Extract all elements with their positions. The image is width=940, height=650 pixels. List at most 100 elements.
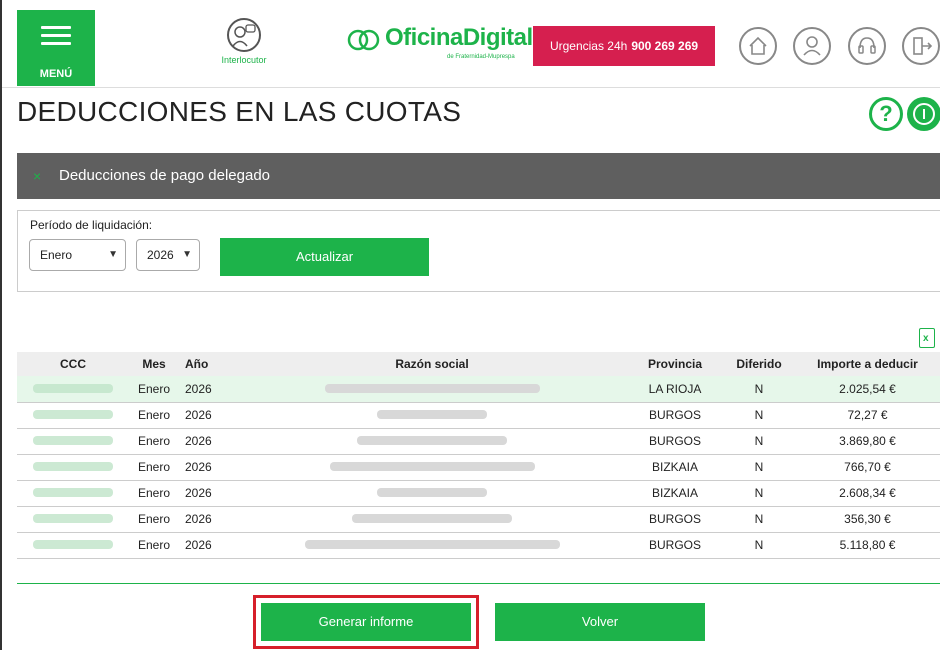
chevron-down-icon: ▼ [182, 249, 192, 260]
redacted-value [33, 488, 113, 497]
redacted-value [377, 488, 487, 497]
col-header-diferido[interactable]: Diferido [725, 352, 793, 376]
logo-name: OficinaDigital [385, 24, 533, 51]
deductions-table: CCC Mes Año Razón social Provincia Difer… [17, 352, 940, 559]
col-header-ano[interactable]: Año [179, 352, 239, 376]
col-header-ccc[interactable]: CCC [17, 352, 129, 376]
info-icon[interactable] [907, 97, 940, 131]
ccc-cell[interactable] [17, 402, 129, 429]
excel-export-icon[interactable]: x [919, 328, 935, 348]
redacted-value [33, 462, 113, 471]
interlocutor-icon [227, 18, 261, 52]
ano-cell: 2026 [179, 402, 239, 429]
ccc-cell[interactable] [17, 454, 129, 481]
ccc-cell[interactable] [17, 532, 129, 559]
ano-cell: 2026 [179, 532, 239, 559]
page-title: DEDUCCIONES EN LAS CUOTAS [17, 96, 462, 127]
provincia-cell: LA RIOJA [625, 376, 725, 403]
logo-rings-icon [347, 29, 380, 51]
diferido-cell: N [725, 402, 793, 429]
back-button[interactable]: Volver [495, 603, 705, 641]
help-icon[interactable]: ? [869, 97, 903, 131]
ccc-cell[interactable] [17, 506, 129, 533]
top-header: MENÚ Interlocutor OficinaDigital de Frat… [2, 0, 940, 88]
chevron-down-icon: ▼ [108, 249, 118, 260]
provincia-cell: BURGOS [625, 506, 725, 533]
hamburger-icon [41, 26, 71, 50]
provincia-cell: BURGOS [625, 532, 725, 559]
menu-label: MENÚ [39, 68, 73, 80]
interlocutor-button[interactable]: Interlocutor [214, 18, 274, 78]
razon-social-cell [239, 532, 625, 559]
diferido-cell: N [725, 480, 793, 507]
ano-cell: 2026 [179, 428, 239, 455]
urgent-phone: 900 269 269 [631, 39, 699, 53]
period-label: Período de liquidación: [30, 218, 153, 232]
mes-cell: Enero [129, 532, 179, 559]
month-select[interactable]: Enero ▼ [29, 239, 126, 271]
importe-cell: 5.118,80 € [793, 532, 940, 559]
redacted-value [33, 436, 113, 445]
ano-cell: 2026 [179, 480, 239, 507]
table-row[interactable]: Enero 2026 BURGOS N 72,27 € [17, 402, 940, 429]
col-header-razon-social[interactable]: Razón social [239, 352, 625, 376]
footer-divider [17, 583, 940, 584]
diferido-cell: N [725, 532, 793, 559]
importe-cell: 2.608,34 € [793, 480, 940, 507]
mes-cell: Enero [129, 506, 179, 533]
table-row[interactable]: Enero 2026 LA RIOJA N 2.025,54 € [17, 376, 940, 403]
mes-cell: Enero [129, 428, 179, 455]
ano-cell: 2026 [179, 376, 239, 403]
table-row[interactable]: Enero 2026 BIZKAIA N 766,70 € [17, 454, 940, 481]
highlight-annotation [253, 595, 479, 649]
ano-cell: 2026 [179, 506, 239, 533]
interlocutor-label: Interlocutor [221, 55, 267, 65]
provincia-cell: BURGOS [625, 428, 725, 455]
collapse-icon[interactable]: × [33, 153, 41, 199]
redacted-value [357, 436, 507, 445]
table-row[interactable]: Enero 2026 BIZKAIA N 2.608,34 € [17, 480, 940, 507]
section-header[interactable]: × Deducciones de pago delegado [17, 153, 940, 199]
user-icon[interactable] [793, 27, 831, 65]
importe-cell: 356,30 € [793, 506, 940, 533]
month-value: Enero [40, 248, 73, 262]
provincia-cell: BIZKAIA [625, 480, 725, 507]
importe-cell: 2.025,54 € [793, 376, 940, 403]
mes-cell: Enero [129, 376, 179, 403]
mes-cell: Enero [129, 402, 179, 429]
headset-icon[interactable] [848, 27, 886, 65]
mes-cell: Enero [129, 454, 179, 481]
table-row[interactable]: Enero 2026 BURGOS N 5.118,80 € [17, 532, 940, 559]
urgent-phone-banner[interactable]: Urgencias 24h 900 269 269 [533, 26, 715, 66]
diferido-cell: N [725, 376, 793, 403]
importe-cell: 72,27 € [793, 402, 940, 429]
ccc-cell[interactable] [17, 376, 129, 403]
table-row[interactable]: Enero 2026 BURGOS N 3.869,80 € [17, 428, 940, 455]
year-select[interactable]: 2026 ▼ [136, 239, 200, 271]
razon-social-cell [239, 454, 625, 481]
ccc-cell[interactable] [17, 480, 129, 507]
importe-cell: 766,70 € [793, 454, 940, 481]
razon-social-cell [239, 402, 625, 429]
logout-icon[interactable] [902, 27, 940, 65]
menu-button[interactable]: MENÚ [17, 10, 95, 86]
razon-social-cell [239, 480, 625, 507]
diferido-cell: N [725, 454, 793, 481]
mes-cell: Enero [129, 480, 179, 507]
provincia-cell: BURGOS [625, 402, 725, 429]
col-header-provincia[interactable]: Provincia [625, 352, 725, 376]
urgent-label: Urgencias 24h [549, 39, 628, 53]
col-header-importe[interactable]: Importe a deducir [793, 352, 940, 376]
home-icon[interactable] [739, 27, 777, 65]
table-header-row: CCC Mes Año Razón social Provincia Difer… [17, 352, 940, 376]
redacted-value [33, 383, 113, 393]
section-title: Deducciones de pago delegado [59, 167, 271, 184]
diferido-cell: N [725, 506, 793, 533]
importe-cell: 3.869,80 € [793, 428, 940, 455]
table-row[interactable]: Enero 2026 BURGOS N 356,30 € [17, 506, 940, 533]
ccc-cell[interactable] [17, 428, 129, 455]
col-header-mes[interactable]: Mes [129, 352, 179, 376]
redacted-value [377, 410, 487, 419]
update-button[interactable]: Actualizar [220, 238, 429, 276]
redacted-value [329, 462, 535, 471]
